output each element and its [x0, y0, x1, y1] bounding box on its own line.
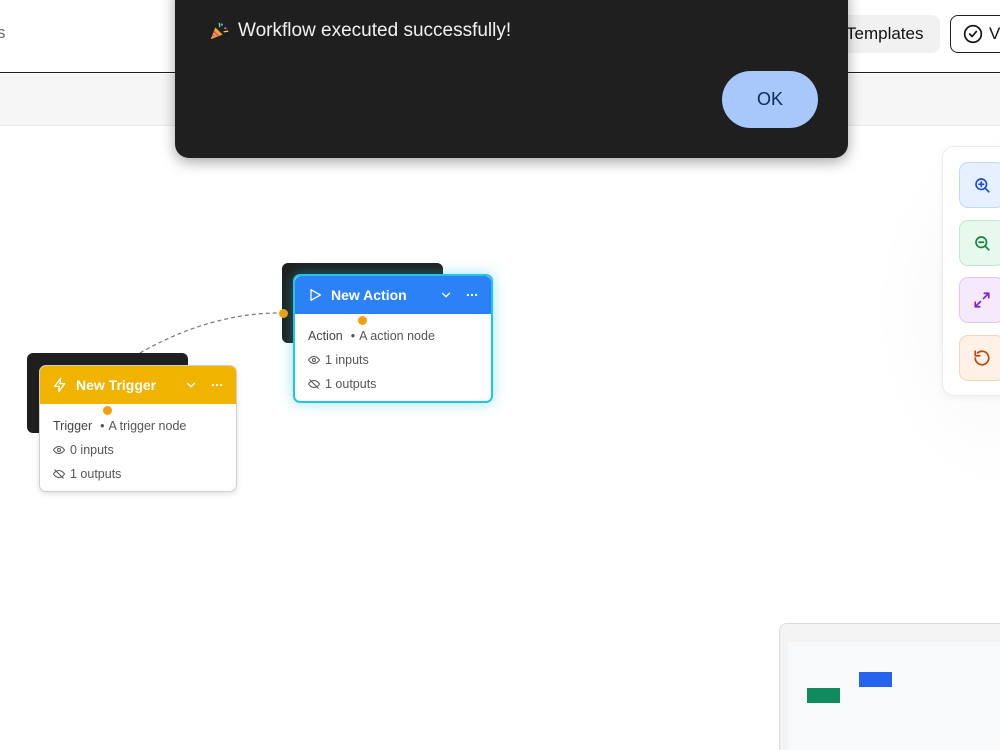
trigger-node-body: Trigger • A trigger node 0 inputs 1 outp…	[40, 404, 236, 486]
bullet-separator: •	[100, 419, 105, 433]
trigger-output-handle[interactable]	[103, 406, 112, 415]
action-node[interactable]: New Action Action • A action node 1 inpu…	[293, 274, 493, 403]
eye-icon	[308, 354, 320, 366]
ok-button[interactable]: OK	[722, 71, 818, 128]
node-inputs: 0 inputs	[70, 443, 114, 457]
node-description: A trigger node	[108, 419, 187, 433]
action-node-header[interactable]: New Action	[295, 276, 491, 314]
minimap-viewport	[788, 642, 1000, 750]
bullet-separator: •	[350, 329, 356, 343]
play-icon	[307, 287, 323, 303]
more-options-icon[interactable]	[465, 288, 479, 302]
party-popper-icon	[208, 20, 230, 42]
chevron-down-icon[interactable]	[184, 378, 198, 392]
node-type: Action	[308, 329, 343, 343]
eye-icon	[53, 444, 65, 456]
zoom-out-button[interactable]	[959, 220, 1000, 266]
node-type: Trigger	[53, 419, 93, 433]
zoom-out-icon	[973, 234, 991, 252]
node-outputs-row: 1 outputs	[53, 462, 224, 486]
trigger-node-title: New Trigger	[76, 377, 157, 393]
node-outputs: 1 outputs	[70, 467, 122, 481]
check-circle-icon	[963, 24, 983, 44]
action-input-handle[interactable]	[279, 309, 288, 318]
workflow-editor: s Templates V New Trigger Trigger • A tr…	[0, 0, 1000, 750]
alert-dialog: Workflow executed successfully! OK	[175, 0, 848, 158]
zoom-in-button[interactable]	[959, 162, 1000, 208]
validate-button[interactable]: V	[950, 15, 1000, 53]
reset-icon	[973, 349, 991, 367]
minimap-node-trigger	[807, 688, 840, 703]
zoom-in-icon	[973, 176, 991, 194]
header-left-text: s	[0, 23, 6, 42]
node-inputs: 1 inputs	[325, 353, 369, 367]
more-options-icon[interactable]	[210, 378, 224, 392]
trigger-node[interactable]: New Trigger Trigger • A trigger node 0 i…	[39, 365, 237, 492]
node-meta-row: Trigger • A trigger node	[53, 414, 224, 438]
action-node-title: New Action	[331, 287, 407, 303]
node-meta-row: Action • A action node	[308, 324, 479, 348]
fit-view-button[interactable]	[959, 277, 1000, 323]
node-inputs-row: 0 inputs	[53, 438, 224, 462]
chevron-down-icon[interactable]	[439, 288, 453, 302]
action-node-body: Action • A action node 1 inputs 1 output…	[295, 314, 491, 396]
eye-off-icon	[53, 468, 65, 480]
node-inputs-row: 1 inputs	[308, 348, 479, 372]
dialog-message: Workflow executed successfully!	[208, 20, 511, 42]
dialog-message-text: Workflow executed successfully!	[238, 20, 512, 41]
node-outputs-row: 1 outputs	[308, 372, 479, 396]
minimap-node-action	[859, 672, 892, 687]
reset-view-button[interactable]	[959, 335, 1000, 381]
fit-view-icon	[973, 291, 991, 309]
node-outputs: 1 outputs	[325, 377, 377, 391]
zoom-controls	[942, 146, 1000, 396]
validate-label: V	[989, 24, 1000, 43]
action-output-handle[interactable]	[358, 316, 367, 325]
lightning-icon	[52, 377, 68, 393]
eye-off-icon	[308, 378, 320, 390]
minimap[interactable]	[779, 623, 1000, 750]
node-description: A action node	[359, 329, 435, 343]
trigger-node-header[interactable]: New Trigger	[40, 366, 236, 404]
